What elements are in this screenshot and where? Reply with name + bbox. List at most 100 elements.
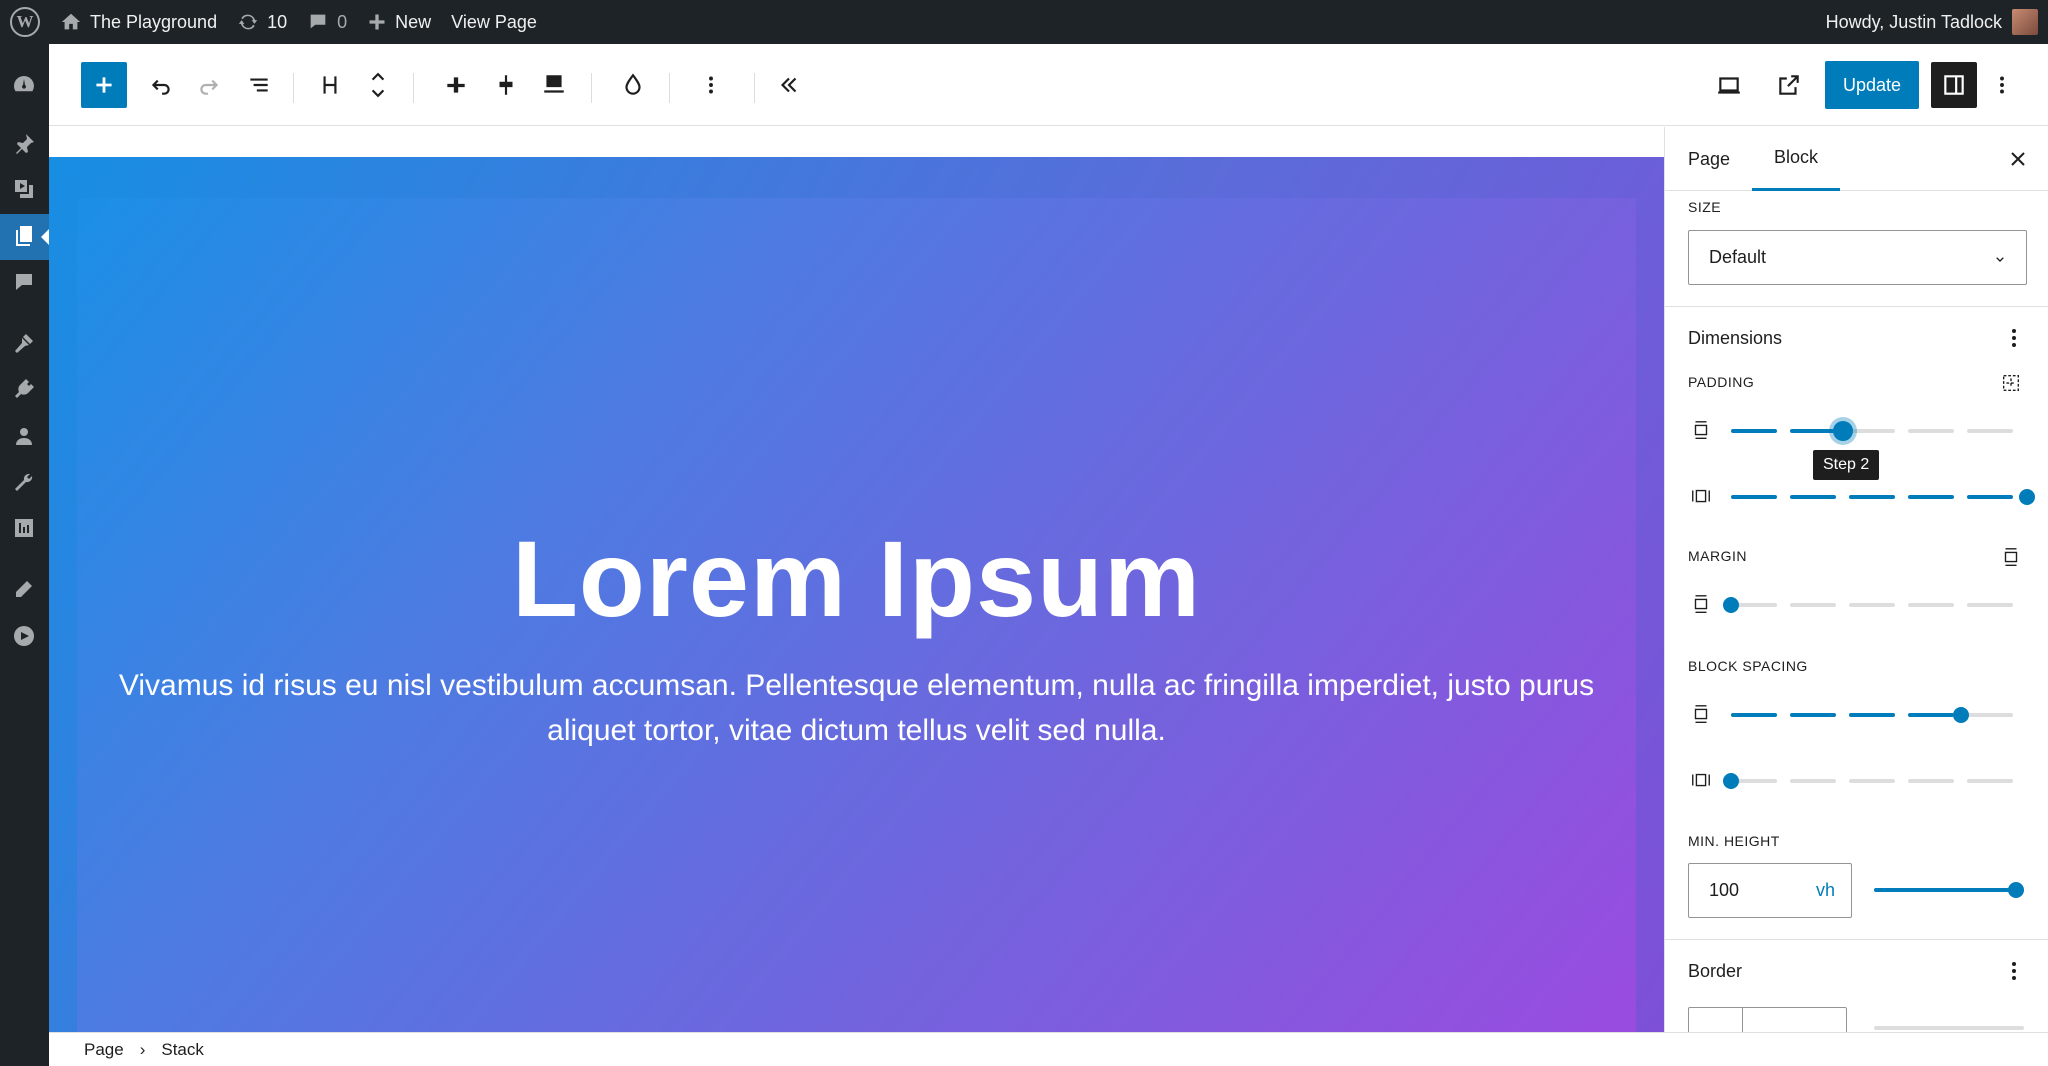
toolbar-separator [591,73,592,103]
site-name-menu[interactable]: The Playground [50,0,227,44]
block-inserter-button[interactable] [81,62,127,108]
cover-heading[interactable]: Lorem Ipsum [77,516,1636,641]
tab-page[interactable]: Page [1666,127,1752,191]
block-style-button[interactable] [531,62,577,108]
slider-handle[interactable] [1723,597,1739,613]
border-control[interactable] [1688,1007,1847,1032]
comments-icon [310,14,326,29]
vertical-sides-icon [1694,595,1708,613]
avatar [2012,9,2038,35]
vertical-sides-icon [1694,421,1708,439]
cover-block-icon [544,75,564,93]
stack-block[interactable]: Lorem Ipsum Vivamus id risus eu nisl ves… [77,198,1636,1062]
dashboard-icon[interactable] [10,70,38,98]
border-heading[interactable]: Border [1688,961,1742,982]
users-icon[interactable] [10,422,38,450]
view-page-button[interactable] [1766,62,1812,108]
slider-handle[interactable] [2019,489,2035,505]
slider-handle[interactable] [1832,421,1853,441]
dimensions-options-icon[interactable] [2012,326,2018,350]
slider-step-segment [1790,603,1836,607]
site-name: The Playground [90,11,218,32]
view-page-label: View Page [451,11,537,32]
pages-icon[interactable] [10,222,38,250]
more-vertical-icon [709,76,713,94]
align-vertical-icon [499,75,513,95]
appearance-icon[interactable] [10,329,38,357]
edit-pencil-icon[interactable] [10,575,38,603]
margin-slider[interactable] [1723,597,2027,613]
tools-icon[interactable] [10,468,38,496]
padding-label: PADDING [1688,374,1755,390]
my-account-menu[interactable]: Howdy, Justin Tadlock [1826,0,2038,44]
block-spacing-vertical-slider[interactable] [1731,707,2027,723]
undo-button[interactable] [138,62,184,108]
dimensions-heading[interactable]: Dimensions [1688,328,1782,349]
border-color-swatch[interactable] [1689,1008,1743,1032]
move-block-button[interactable] [355,62,401,108]
account-greeting: Howdy, Justin Tadlock [1825,11,2002,32]
update-button[interactable]: Update [1825,61,1919,109]
breadcrumb-stack[interactable]: Stack [161,1040,204,1060]
border-width-slider[interactable] [1874,1026,2024,1030]
plugins-icon[interactable] [10,375,38,403]
min-height-input[interactable]: 100 vh [1688,863,1852,918]
preview-button[interactable] [1706,62,1752,108]
collapse-toolbar-button[interactable] [766,62,812,108]
duotone-button[interactable] [610,62,656,108]
cover-paragraph[interactable]: Vivamus id risus eu nisl vestibulum accu… [77,663,1636,753]
slider-step-segment [1849,495,1895,499]
plus-icon [369,14,385,30]
min-height-unit-select[interactable]: vh [1816,880,1835,901]
comments-menu-icon[interactable] [10,268,38,296]
close-icon[interactable] [2006,147,2030,171]
settings-sidebar: Page Block SIZE Default Dimensions PADDI… [1664,127,2048,1032]
posts-pin-icon[interactable] [10,130,38,158]
padding-vertical-slider[interactable] [1731,421,2027,441]
block-options-button[interactable] [688,62,734,108]
settings-toggle-button[interactable] [1931,62,1977,108]
stack-block-button[interactable] [307,62,353,108]
slider-step-segment [1967,713,2013,717]
play-circle-icon[interactable] [10,622,38,650]
align-vertical-button[interactable] [483,62,529,108]
padding-horizontal-slider[interactable] [1731,489,2035,505]
editor-canvas: Lorem Ipsum Vivamus id risus eu nisl ves… [49,127,1664,1062]
slider-handle[interactable] [1723,773,1739,789]
horizontal-sides-icon [1692,773,1710,787]
slider-step-segment [1731,429,1777,433]
new-content-menu[interactable]: New [357,0,441,44]
media-icon[interactable] [10,175,38,203]
wp-logo-menu[interactable]: W [0,0,50,44]
comments-menu[interactable]: 0 [297,0,357,44]
size-label: SIZE [1688,199,1722,215]
slider-step-segment [1967,495,2013,499]
justify-button[interactable] [433,62,479,108]
settings-icon[interactable] [10,514,38,542]
editor-options-button[interactable] [1979,62,2025,108]
view-page-link[interactable]: View Page [441,0,547,44]
redo-button[interactable] [186,62,232,108]
document-overview-button[interactable] [236,62,282,108]
justify-center-icon [447,77,465,93]
min-height-slider-handle[interactable] [2008,882,2024,898]
size-select[interactable]: Default [1688,230,2027,285]
slider-handle[interactable] [1952,707,1969,723]
editor-header: Update [49,44,2048,126]
vertical-sides-icon[interactable] [2000,546,2022,568]
cover-block-outer[interactable]: Lorem Ipsum Vivamus id risus eu nisl ves… [49,157,1664,1062]
slider-step-segment [1908,713,1954,717]
min-height-slider[interactable] [1874,882,2024,898]
slider-step-segment [1849,713,1895,717]
unlink-sides-icon[interactable] [2000,372,2022,394]
breadcrumb-page[interactable]: Page [84,1040,124,1060]
toolbar-separator [413,73,414,103]
block-spacing-horizontal-slider[interactable] [1723,773,2027,789]
updates-menu[interactable]: 10 [227,0,297,44]
external-link-icon [1779,75,1799,95]
new-label: New [395,11,432,32]
toolbar-separator [754,73,755,103]
border-options-icon[interactable] [2012,959,2018,983]
slider-step-segment [1849,429,1895,433]
tab-block[interactable]: Block [1752,127,1841,191]
